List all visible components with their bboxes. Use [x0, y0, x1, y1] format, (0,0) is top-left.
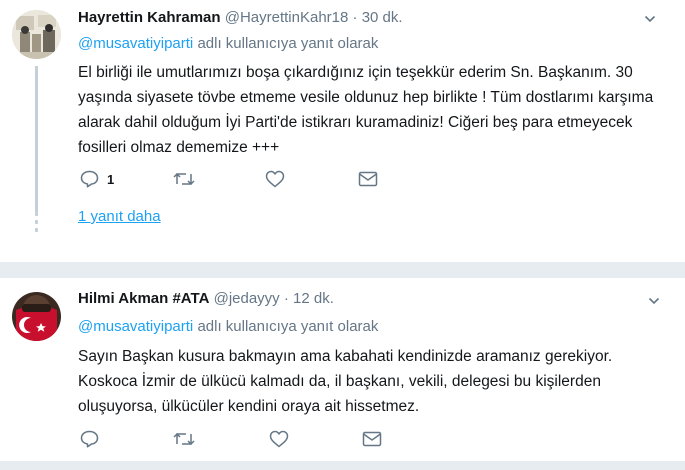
more-replies-link[interactable]: 1 yanıt daha [78, 208, 161, 225]
reply-button[interactable]: 1 [80, 170, 114, 188]
thread-line [35, 66, 38, 212]
handle[interactable]: @jedayyy [214, 290, 280, 307]
retweet-button[interactable] [173, 171, 195, 187]
timestamp[interactable]: 12 dk. [293, 290, 334, 307]
retweet-icon [173, 432, 195, 446]
separator: · [283, 290, 289, 307]
heart-icon [265, 170, 285, 188]
reply-mention[interactable]: @musavatiyiparti [78, 318, 193, 335]
tweet-text: El birliği ile umutlarımızı boşa çıkardı… [78, 64, 654, 156]
avatar[interactable] [12, 10, 61, 59]
chevron-down-icon[interactable] [648, 295, 660, 307]
retweet-button[interactable] [173, 431, 195, 447]
divider [0, 461, 685, 470]
envelope-icon [362, 431, 382, 447]
tweet-text: Sayın Başkan kusura bakmayın ama kabahat… [78, 348, 613, 415]
thread-dots [35, 212, 38, 236]
separator: · [352, 9, 358, 26]
display-name[interactable]: Hilmi Akman #ATA [78, 290, 209, 307]
envelope-icon [358, 171, 378, 187]
direct-message-button[interactable] [362, 431, 382, 447]
tweet-header: Hayrettin Kahraman @HayrettinKahr18 · 30… [78, 9, 403, 26]
heart-icon [269, 430, 289, 448]
retweet-icon [173, 172, 195, 186]
direct-message-button[interactable] [358, 171, 378, 187]
reply-suffix: adlı kullanıcıya yanıt olarak [197, 35, 379, 52]
handle[interactable]: @HayrettinKahr18 [225, 9, 349, 26]
reply-mention[interactable]: @musavatiyiparti [78, 35, 193, 52]
reply-count: 1 [107, 171, 115, 187]
reply-button[interactable] [80, 430, 99, 448]
reply-icon [80, 170, 99, 188]
reply-context: @musavatiyiparti adlı kullanıcıya yanıt … [78, 318, 378, 335]
tweet-1[interactable]: Hayrettin Kahraman @HayrettinKahr18 · 30… [0, 0, 685, 262]
chevron-down-icon[interactable] [644, 13, 656, 25]
reply-icon [80, 430, 99, 448]
timestamp[interactable]: 30 dk. [362, 9, 403, 26]
like-button[interactable] [269, 430, 289, 448]
reply-context: @musavatiyiparti adlı kullanıcıya yanıt … [78, 35, 378, 52]
avatar[interactable] [12, 292, 61, 341]
reply-suffix: adlı kullanıcıya yanıt olarak [197, 318, 379, 335]
like-button[interactable] [265, 170, 285, 188]
divider [0, 262, 685, 278]
tweet-header: Hilmi Akman #ATA @jedayyy · 12 dk. [78, 290, 334, 307]
display-name[interactable]: Hayrettin Kahraman [78, 9, 221, 26]
